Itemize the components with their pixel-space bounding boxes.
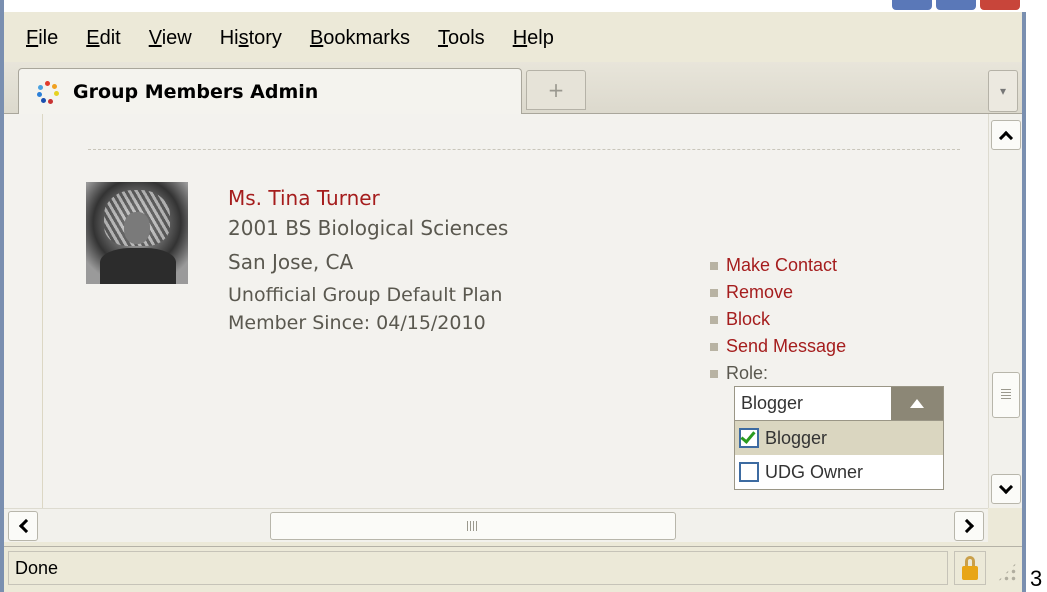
plus-icon: + (547, 78, 565, 102)
member-plan: Unofficial Group Default Plan (228, 284, 503, 306)
menu-label: tory (248, 26, 282, 49)
block-link[interactable]: Block (726, 309, 770, 330)
role-option-blogger[interactable]: Blogger (735, 421, 943, 455)
scroll-left-button[interactable] (8, 511, 38, 541)
member-name[interactable]: Ms. Tina Turner (228, 186, 508, 216)
tab-bar: Group Members Admin + ▾ (4, 62, 1022, 114)
menu-accel: B (309, 26, 324, 49)
action-item: Remove (710, 279, 846, 306)
checkbox-checked[interactable] (739, 428, 759, 448)
photo-face (124, 212, 150, 244)
menu-label: ools (447, 26, 485, 49)
chevron-down-icon: ▾ (999, 84, 1007, 98)
menu-tools[interactable]: Tools (424, 27, 499, 50)
chevron-right-icon (959, 518, 974, 534)
dashed-divider (88, 149, 960, 150)
minimize-button[interactable] (892, 0, 932, 10)
action-item: Send Message (710, 333, 846, 360)
menu-label: elp (527, 26, 554, 49)
member-degree: 2001 BS Biological Sciences (228, 216, 509, 240)
grip-icon (467, 521, 479, 531)
role-label: Role: (726, 363, 769, 383)
menu-history[interactable]: History (206, 27, 296, 50)
bullet-icon (710, 315, 718, 324)
status-text: Done (8, 551, 948, 585)
menu-view[interactable]: View (135, 27, 206, 50)
scroll-up-button[interactable] (991, 120, 1021, 150)
resize-grip-icon[interactable] (996, 561, 1018, 583)
triangle-up-icon (910, 399, 924, 408)
chevron-down-icon (998, 479, 1014, 494)
bullet-icon (710, 369, 718, 378)
dropdown-toggle-button[interactable] (891, 387, 943, 420)
bullet-icon (710, 261, 718, 270)
outside-label: 3 (1030, 566, 1043, 591)
chevron-left-icon (18, 518, 33, 534)
vertical-scroll-thumb[interactable] (992, 372, 1020, 418)
horizontal-scroll-thumb[interactable] (270, 512, 676, 540)
menu-label: ile (38, 26, 59, 49)
make-contact-link[interactable]: Make Contact (726, 255, 837, 276)
menu-label: iew (161, 26, 192, 49)
loading-spinner-icon (37, 80, 59, 104)
grip-icon (1001, 389, 1011, 401)
checkmark-icon (740, 428, 756, 444)
member-since: Member Since: 04/15/2010 (228, 312, 486, 334)
horizontal-scrollbar[interactable] (4, 508, 1022, 542)
member-actions: Make Contact Remove Block Send Message R… (710, 252, 846, 387)
action-item: Make Contact (710, 252, 846, 279)
tab-group-members-admin[interactable]: Group Members Admin (18, 68, 522, 114)
lock-body (962, 566, 978, 580)
menu-label: dit (99, 26, 121, 49)
menu-label: ookmarks (323, 26, 410, 49)
member-info: Ms. Tina Turner 2001 BS Biological Scien… (228, 186, 508, 340)
close-window-button[interactable] (980, 0, 1020, 10)
scroll-right-button[interactable] (954, 511, 984, 541)
title-bar (4, 0, 1030, 12)
status-bar: Done (4, 546, 1022, 588)
role-option-label: UDG Owner (765, 461, 864, 482)
tab-title: Group Members Admin (73, 80, 319, 103)
menu-edit[interactable]: Edit (72, 27, 134, 50)
menu-accel: E (86, 26, 100, 49)
bullet-icon (710, 342, 718, 351)
tab-list-button[interactable]: ▾ (988, 70, 1018, 112)
role-option-udg-owner[interactable]: UDG Owner (735, 455, 943, 489)
menu-accel: s (238, 26, 249, 49)
action-item: Block (710, 306, 846, 333)
menu-help[interactable]: Help (499, 27, 568, 50)
action-item: Role: (710, 360, 846, 387)
scrollbar-corner (988, 508, 1022, 542)
lock-icon[interactable] (954, 551, 986, 585)
menu-accel: F (26, 26, 39, 49)
page-content: Ms. Tina Turner 2001 BS Biological Scien… (4, 114, 988, 508)
chevron-up-icon (998, 130, 1014, 145)
menu-accel: T (437, 26, 448, 49)
checkbox-unchecked[interactable] (739, 462, 759, 482)
bullet-icon (710, 288, 718, 297)
menu-label: Hi (219, 26, 239, 49)
menu-file[interactable]: File (4, 27, 72, 50)
photo-body (100, 248, 176, 284)
scroll-down-button[interactable] (991, 474, 1021, 504)
remove-link[interactable]: Remove (726, 282, 793, 303)
maximize-button[interactable] (936, 0, 976, 10)
member-photo (86, 182, 188, 284)
menu-bar: File Edit View History Bookmarks Tools H… (4, 14, 1022, 62)
new-tab-button[interactable]: + (526, 70, 586, 110)
menu-bookmarks[interactable]: Bookmarks (296, 27, 424, 50)
member-location: San Jose, CA (228, 250, 354, 274)
send-message-link[interactable]: Send Message (726, 336, 846, 357)
menu-accel: H (512, 26, 528, 49)
role-current-value[interactable]: Blogger (735, 387, 891, 420)
left-border (42, 114, 43, 508)
role-dropdown-header[interactable]: Blogger (735, 387, 943, 421)
menu-accel: V (148, 26, 162, 49)
vertical-scrollbar[interactable] (988, 114, 1022, 508)
role-dropdown[interactable]: Blogger Blogger UDG Owner (734, 386, 944, 490)
role-option-label: Blogger (765, 427, 828, 448)
